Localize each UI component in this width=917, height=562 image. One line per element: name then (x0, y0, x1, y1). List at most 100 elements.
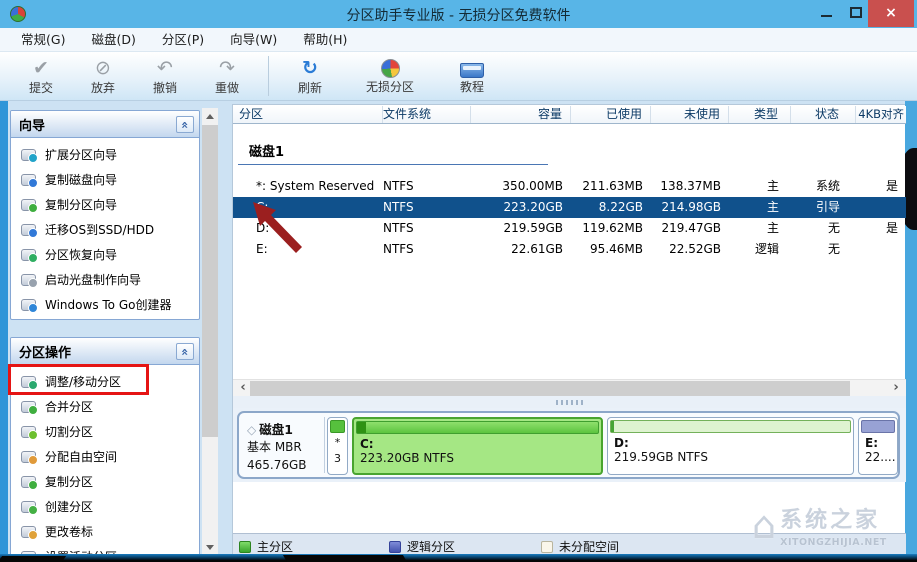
sidebar-item-windows-to-go[interactable]: Windows To Go创建器 (11, 292, 199, 317)
title-bar: 分区助手专业版 - 无损分区免费软件 × (0, 0, 917, 28)
menu-bar: 常规(G) 磁盘(D) 分区(P) 向导(W) 帮助(H) (0, 28, 917, 52)
h-scrollbar-thumb[interactable] (250, 381, 850, 396)
partition-ops-header: 分区操作 « (11, 338, 199, 365)
menu-item-general[interactable]: 常规(G) (8, 28, 78, 51)
sidebar-item-allocate-free-space[interactable]: 分配自由空间 (11, 444, 199, 469)
close-button[interactable]: × (868, 0, 914, 27)
window-left-border (0, 101, 8, 562)
maximize-button[interactable] (842, 0, 870, 27)
disk-map-panel: ◇ 磁盘1 基本 MBR 465.76GB * 3 C: 223.20GB NTF… (233, 408, 906, 482)
column-header-status[interactable]: 状态 (791, 106, 856, 123)
sidebar-item-extend-partition-wizard[interactable]: 扩展分区向导 (11, 142, 199, 167)
disk-scheme: 基本 MBR (247, 440, 302, 454)
partition-recovery-icon (21, 248, 38, 263)
discard-icon: ⊘ (95, 56, 111, 79)
sidebar-item-create-partition[interactable]: 创建分区 (11, 494, 199, 519)
sidebar-item-migrate-os[interactable]: 迁移OS到SSD/HDD (11, 217, 199, 242)
refresh-button[interactable]: ↻ 刷新 (277, 54, 343, 98)
windows-to-go-icon (21, 298, 38, 313)
undo-button[interactable]: ↶ 撤销 (136, 54, 194, 98)
menu-item-disk[interactable]: 磁盘(D) (78, 28, 148, 51)
legend-primary: 主分区 (239, 538, 293, 555)
column-header-capacity[interactable]: 容量 (471, 106, 571, 123)
sidebar-item-change-label[interactable]: 更改卷标 (11, 519, 199, 544)
highlight-box (8, 364, 149, 395)
column-header-filesystem[interactable]: 文件系统 (383, 106, 471, 123)
sidebar-item-copy-partition[interactable]: 复制分区 (11, 469, 199, 494)
tutorial-book-icon (460, 62, 484, 78)
lossless-partition-button[interactable]: 无损分区 (347, 54, 433, 98)
partition-ops-title: 分区操作 (19, 345, 72, 361)
discard-button[interactable]: ⊘ 放弃 (74, 54, 132, 98)
table-row-system-reserved[interactable]: *: System Reserved NTFS 350.00MB 211.63M… (233, 176, 906, 197)
create-partition-icon (21, 500, 38, 515)
arrow-down-icon (206, 545, 214, 550)
sidebar-item-split-partition[interactable]: 切割分区 (11, 419, 199, 444)
column-header-type[interactable]: 类型 (729, 106, 791, 123)
commit-button[interactable]: ✔ 提交 (12, 54, 70, 98)
sidebar-scrollbar[interactable] (202, 108, 218, 556)
redo-icon: ↷ (219, 56, 235, 79)
scroll-left-button[interactable]: ‹ (235, 380, 251, 397)
scroll-up-button[interactable] (202, 108, 218, 125)
wizard-panel-title: 向导 (19, 118, 46, 134)
menu-item-help[interactable]: 帮助(H) (290, 28, 360, 51)
copy-partition-wizard-icon (21, 198, 38, 213)
disk-name: 磁盘1 (259, 422, 293, 437)
table-h-scrollbar[interactable]: ‹ › (233, 379, 906, 396)
sidebar-item-merge-partition[interactable]: 合并分区 (11, 394, 199, 419)
app-window: 分区助手专业版 - 无损分区免费软件 × 常规(G) 磁盘(D) 分区(P) 向… (0, 0, 917, 562)
table-row-c-selected[interactable]: C: NTFS 223.20GB 8.22GB 214.98GB 主 引导 (233, 197, 906, 218)
menu-item-partition[interactable]: 分区(P) (149, 28, 217, 51)
splitter-handle[interactable] (233, 396, 906, 408)
legend-unallocated: 未分配空间 (541, 538, 619, 555)
disk-size: 465.76GB (247, 458, 307, 472)
block-system-reserved[interactable]: * 3 (327, 417, 348, 475)
column-header-unused[interactable]: 未使用 (651, 106, 729, 123)
usage-bar (330, 420, 345, 433)
usage-bar (610, 420, 851, 433)
toolbar-separator (268, 56, 269, 96)
primary-partition-icon (239, 540, 251, 553)
copy-partition-icon (21, 475, 38, 490)
boot-mark: * (334, 436, 341, 449)
column-header-used[interactable]: 已使用 (571, 106, 651, 123)
unallocated-space-icon (541, 540, 553, 553)
watermark-name: 系统之家 (780, 508, 881, 533)
scrollbar-thumb[interactable] (202, 125, 218, 437)
table-header: 分区 文件系统 容量 已使用 未使用 类型 状态 4KB对齐 (233, 106, 906, 124)
disk-group-label: 磁盘1 (249, 145, 285, 160)
sidebar-item-partition-recovery[interactable]: 分区恢复向导 (11, 242, 199, 267)
sidebar-item-copy-disk-wizard[interactable]: 复制磁盘向导 (11, 167, 199, 192)
disk-icon: ◇ (247, 423, 257, 437)
check-icon: ✔ (33, 56, 49, 79)
sidebar-item-copy-partition-wizard[interactable]: 复制分区向导 (11, 192, 199, 217)
chevron-up-icon: « (177, 120, 192, 129)
boot-number: 3 (334, 452, 341, 465)
pie-disk-icon (380, 59, 400, 78)
scroll-right-button[interactable]: › (888, 380, 904, 397)
table-row-d[interactable]: D: NTFS 219.59GB 119.62MB 219.47GB 主 无 是 (233, 218, 906, 239)
merge-partition-icon (21, 400, 38, 415)
undo-icon: ↶ (157, 56, 173, 79)
column-header-partition[interactable]: 分区 (233, 106, 383, 123)
block-partition-d[interactable]: D: 219.59GB NTFS (607, 417, 854, 475)
block-partition-e[interactable]: E: 22.... (858, 417, 898, 475)
allocate-free-space-icon (21, 450, 38, 465)
menu-item-wizard[interactable]: 向导(W) (217, 28, 290, 51)
table-row-e[interactable]: E: NTFS 22.61GB 95.46MB 22.52GB 逻辑 无 (233, 239, 906, 260)
logical-partition-icon (389, 540, 401, 553)
minimize-button[interactable] (812, 0, 840, 27)
column-header-4k-aligned[interactable]: 4KB对齐 (856, 106, 906, 123)
watermark-logo-icon: ⌂ (752, 503, 777, 547)
redo-button[interactable]: ↷ 重做 (198, 54, 256, 98)
toolbar: ✔ 提交 ⊘ 放弃 ↶ 撤销 ↷ 重做 ↻ 刷新 无损分区 教程 (0, 52, 917, 101)
wizard-collapse-button[interactable]: « (176, 115, 194, 133)
block-partition-c[interactable]: C: 223.20GB NTFS (352, 417, 603, 475)
tutorial-button[interactable]: 教程 (437, 54, 507, 98)
window-title: 分区助手专业版 - 无损分区免费软件 (346, 8, 571, 24)
migrate-os-icon (21, 223, 38, 238)
partition-ops-collapse-button[interactable]: « (176, 342, 194, 360)
watermark: ⌂ 系统之家 XITONGZHIJIA.NET (752, 492, 914, 558)
sidebar-item-boot-cd[interactable]: 启动光盘制作向导 (11, 267, 199, 292)
